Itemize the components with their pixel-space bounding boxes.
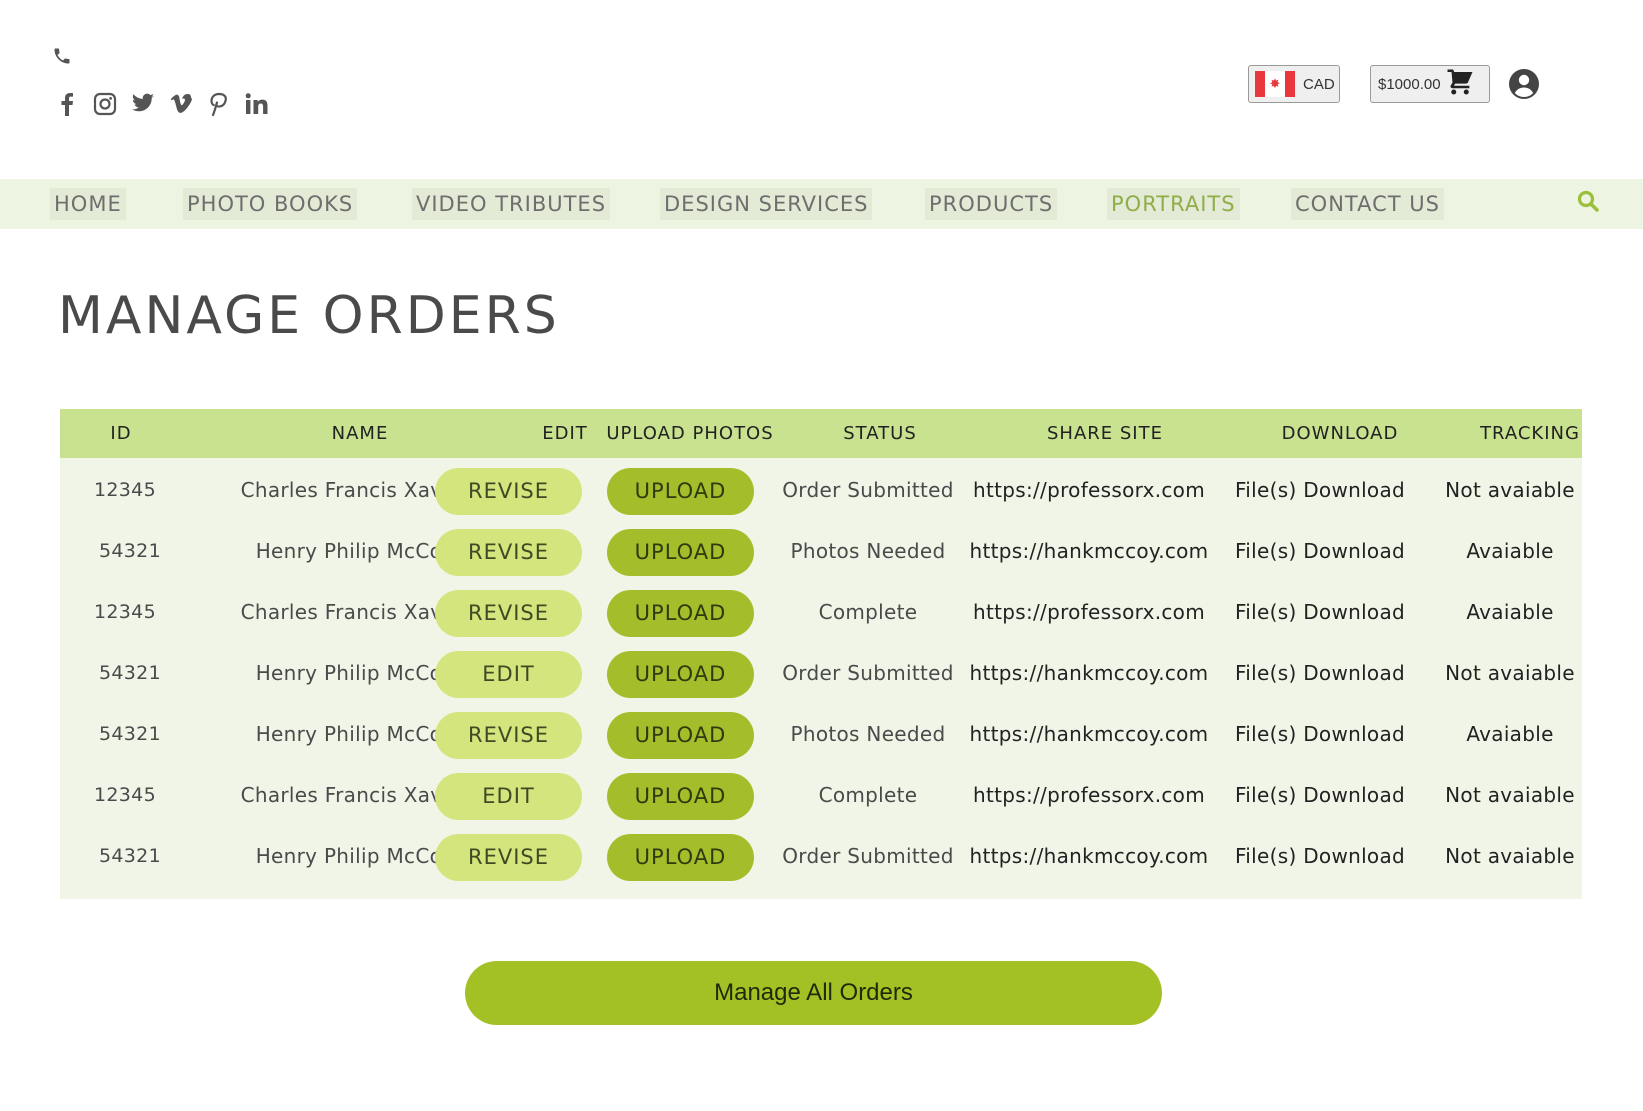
- instagram-icon[interactable]: [93, 92, 117, 116]
- linkedin-icon[interactable]: [245, 92, 269, 116]
- table-row: 54321 Henry Philip McCoy REVISE UPLOAD O…: [60, 826, 1582, 887]
- page-title: MANAGE ORDERS: [58, 286, 560, 346]
- share-site-link[interactable]: https://hankmccoy.com: [964, 704, 1214, 765]
- download-link[interactable]: File(s) Download: [1220, 521, 1420, 582]
- order-status: Photos Needed: [790, 722, 946, 746]
- tracking-status: Avaiable: [1466, 539, 1554, 563]
- nav-item-products[interactable]: PRODUCTS: [925, 188, 1058, 220]
- order-status: Order Submitted: [782, 478, 954, 502]
- nav-item-contact-us[interactable]: CONTACT US: [1291, 188, 1444, 220]
- main-nav: HOME PHOTO BOOKS VIDEO TRIBUTES DESIGN S…: [0, 179, 1643, 229]
- order-status: Order Submitted: [782, 844, 954, 868]
- table-row: 12345 Charles Francis Xavier REVISE UPLO…: [60, 582, 1582, 643]
- upload-button[interactable]: UPLOAD: [607, 651, 754, 698]
- social-links: [55, 92, 269, 116]
- cart-total: $1000.00: [1378, 75, 1441, 93]
- edit-button[interactable]: REVISE: [435, 834, 582, 881]
- orders-table: ID NAME EDIT UPLOAD PHOTOS STATUS SHARE …: [60, 409, 1582, 899]
- download-link[interactable]: File(s) Download: [1220, 460, 1420, 521]
- edit-button[interactable]: REVISE: [435, 590, 582, 637]
- table-header: ID NAME EDIT UPLOAD PHOTOS STATUS SHARE …: [60, 409, 1582, 458]
- upload-button[interactable]: UPLOAD: [607, 834, 754, 881]
- order-status: Complete: [818, 783, 918, 807]
- vimeo-icon[interactable]: [169, 92, 193, 116]
- tracking-status: Avaiable: [1466, 600, 1554, 624]
- tracking-status: Not avaiable: [1445, 844, 1575, 868]
- share-site-link[interactable]: https://hankmccoy.com: [964, 643, 1214, 704]
- table-row: 54321 Henry Philip McCoy REVISE UPLOAD P…: [60, 704, 1582, 765]
- order-status: Order Submitted: [782, 661, 954, 685]
- download-link[interactable]: File(s) Download: [1220, 826, 1420, 887]
- order-id: 12345: [94, 479, 156, 501]
- search-icon[interactable]: [1576, 189, 1602, 215]
- currency-selector[interactable]: ✸ CAD: [1248, 65, 1340, 103]
- cart-icon: [1445, 67, 1475, 101]
- upload-button[interactable]: UPLOAD: [607, 468, 754, 515]
- facebook-icon[interactable]: [55, 92, 79, 116]
- share-site-link[interactable]: https://professorx.com: [964, 460, 1214, 521]
- order-status: Complete: [818, 600, 918, 624]
- upload-button[interactable]: UPLOAD: [607, 590, 754, 637]
- share-site-link[interactable]: https://hankmccoy.com: [964, 521, 1214, 582]
- order-id: 54321: [99, 845, 161, 867]
- column-header-tracking: TRACKING: [1480, 423, 1580, 444]
- tracking-status: Not avaiable: [1445, 783, 1575, 807]
- twitter-icon[interactable]: [131, 92, 155, 116]
- order-id: 54321: [99, 723, 161, 745]
- column-header-download: DOWNLOAD: [1281, 423, 1399, 444]
- column-header-name: NAME: [331, 423, 389, 444]
- table-row: 12345 Charles Francis Xavier REVISE UPLO…: [60, 460, 1582, 521]
- edit-button[interactable]: REVISE: [435, 468, 582, 515]
- share-site-link[interactable]: https://hankmccoy.com: [964, 826, 1214, 887]
- table-row: 12345 Charles Francis Xavier EDIT UPLOAD…: [60, 765, 1582, 826]
- manage-all-orders-button[interactable]: Manage All Orders: [465, 961, 1162, 1025]
- phone-icon[interactable]: [52, 46, 72, 66]
- table-row: 54321 Henry Philip McCoy EDIT UPLOAD Ord…: [60, 643, 1582, 704]
- download-link[interactable]: File(s) Download: [1220, 643, 1420, 704]
- upload-button[interactable]: UPLOAD: [607, 712, 754, 759]
- edit-button[interactable]: REVISE: [435, 712, 582, 759]
- column-header-status: STATUS: [843, 423, 917, 444]
- order-id: 12345: [94, 601, 156, 623]
- nav-item-home[interactable]: HOME: [50, 188, 126, 220]
- account-icon[interactable]: [1508, 68, 1540, 100]
- download-link[interactable]: File(s) Download: [1220, 582, 1420, 643]
- tracking-status: Not avaiable: [1445, 478, 1575, 502]
- download-link[interactable]: File(s) Download: [1220, 765, 1420, 826]
- share-site-link[interactable]: https://professorx.com: [964, 765, 1214, 826]
- edit-button[interactable]: EDIT: [435, 773, 582, 820]
- cart-button[interactable]: $1000.00: [1370, 65, 1490, 103]
- upload-button[interactable]: UPLOAD: [607, 529, 754, 576]
- pinterest-icon[interactable]: [207, 92, 231, 116]
- column-header-id: ID: [110, 423, 132, 444]
- edit-button[interactable]: EDIT: [435, 651, 582, 698]
- upload-button[interactable]: UPLOAD: [607, 773, 754, 820]
- download-link[interactable]: File(s) Download: [1220, 704, 1420, 765]
- nav-item-photo-books[interactable]: PHOTO BOOKS: [183, 188, 358, 220]
- order-id: 54321: [99, 662, 161, 684]
- nav-item-portraits[interactable]: PORTRAITS: [1107, 188, 1240, 220]
- column-header-share-site: SHARE SITE: [1047, 423, 1163, 444]
- nav-item-video-tributes[interactable]: VIDEO TRIBUTES: [412, 188, 611, 220]
- share-site-link[interactable]: https://professorx.com: [964, 582, 1214, 643]
- order-status: Photos Needed: [790, 539, 946, 563]
- tracking-status: Not avaiable: [1445, 661, 1575, 685]
- column-header-upload-photos: UPLOAD PHOTOS: [606, 423, 774, 444]
- table-row: 54321 Henry Philip McCoy REVISE UPLOAD P…: [60, 521, 1582, 582]
- order-id: 54321: [99, 540, 161, 562]
- canada-flag-icon: ✸: [1255, 71, 1295, 97]
- order-id: 12345: [94, 784, 156, 806]
- nav-item-design-services[interactable]: DESIGN SERVICES: [660, 188, 873, 220]
- currency-code: CAD: [1303, 75, 1335, 93]
- edit-button[interactable]: REVISE: [435, 529, 582, 576]
- tracking-status: Avaiable: [1466, 722, 1554, 746]
